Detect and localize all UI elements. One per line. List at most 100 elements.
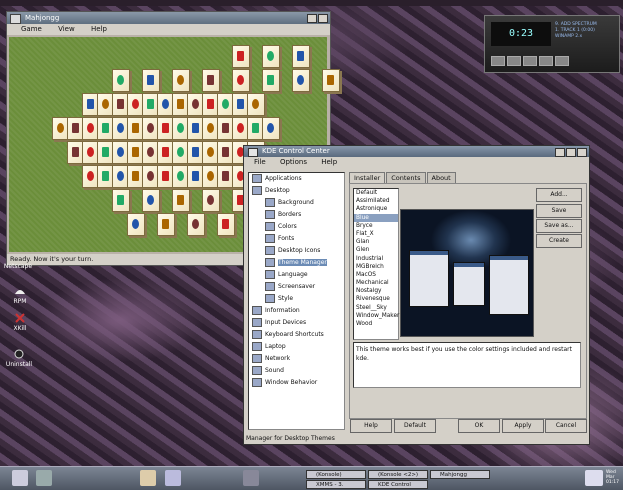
tree-item-desktop[interactable]: Desktop xyxy=(249,185,344,197)
task-mahjongg[interactable]: Mahjongg xyxy=(430,470,490,479)
menu-help[interactable]: Help xyxy=(91,25,107,33)
mahjong-tile[interactable] xyxy=(112,69,130,92)
create-button[interactable]: Create xyxy=(536,234,582,248)
tree-item-input-devices[interactable]: Input Devices xyxy=(249,317,344,329)
terminal-icon[interactable] xyxy=(36,470,52,486)
mahjong-tile[interactable] xyxy=(142,189,160,212)
mahjong-tile[interactable] xyxy=(262,69,280,92)
apply-button[interactable]: Apply xyxy=(502,419,544,433)
tab-installer[interactable]: Installer xyxy=(349,172,386,183)
stop-button[interactable] xyxy=(539,56,553,66)
close-button[interactable] xyxy=(318,14,328,23)
theme-item[interactable]: Nostalgy xyxy=(354,287,398,295)
mahjongg-titlebar[interactable]: Mahjongg xyxy=(7,12,330,24)
desktop-icon-uninstall[interactable]: Uninstall xyxy=(4,349,34,368)
tree-item-colors[interactable]: Colors xyxy=(249,221,344,233)
mahjongg-window-icon[interactable] xyxy=(10,14,21,24)
theme-item[interactable]: Mechanical xyxy=(354,279,398,287)
tree-item-desktop-icons[interactable]: Desktop Icons xyxy=(249,245,344,257)
help-button[interactable]: Help xyxy=(350,419,392,433)
menu-file[interactable]: File xyxy=(254,158,266,166)
mahjong-tile[interactable] xyxy=(217,213,235,236)
maximize-button[interactable] xyxy=(566,148,576,157)
tree-item-borders[interactable]: Borders xyxy=(249,209,344,221)
menu-game[interactable]: Game xyxy=(21,25,42,33)
tree-item-sound[interactable]: Sound xyxy=(249,365,344,377)
tree-item-background[interactable]: Background xyxy=(249,197,344,209)
mahjong-tile[interactable] xyxy=(262,45,280,68)
next-button[interactable] xyxy=(555,56,569,66)
pause-button[interactable] xyxy=(523,56,537,66)
editor-icon[interactable] xyxy=(165,470,181,486)
theme-item[interactable]: MGBreich xyxy=(354,263,398,271)
theme-item[interactable]: Astronique xyxy=(354,205,398,213)
mahjong-tile[interactable] xyxy=(322,69,340,92)
close-button[interactable] xyxy=(577,148,587,157)
theme-item[interactable]: Industrial xyxy=(354,255,398,263)
tree-item-screensaver[interactable]: Screensaver xyxy=(249,281,344,293)
theme-item[interactable]: MacOS xyxy=(354,271,398,279)
save-button[interactable]: Save xyxy=(536,204,582,218)
theme-item[interactable]: Flat_X xyxy=(354,230,398,238)
tree-item-window-behavior[interactable]: Window Behavior xyxy=(249,377,344,389)
mahjong-tile[interactable] xyxy=(127,213,145,236)
tab-about[interactable]: About xyxy=(426,172,456,183)
task-xmms[interactable]: XMMS - 3. xyxy=(306,480,366,489)
add-button[interactable]: Add... xyxy=(536,188,582,202)
tree-item-applications[interactable]: Applications xyxy=(249,173,344,185)
kcc-window-icon[interactable] xyxy=(248,148,258,157)
task-kde-control[interactable]: KDE Control xyxy=(368,480,428,489)
theme-item[interactable]: Steel__Sky xyxy=(354,304,398,312)
cancel-button[interactable]: Cancel xyxy=(545,419,587,433)
mahjong-tile[interactable] xyxy=(112,189,130,212)
minimize-button[interactable] xyxy=(555,148,565,157)
ok-button[interactable]: OK xyxy=(458,419,500,433)
minimize-button[interactable] xyxy=(307,14,317,23)
k-menu-icon[interactable] xyxy=(12,470,28,486)
tree-item-style[interactable]: Style xyxy=(249,293,344,305)
theme-list[interactable]: Default Assimilated Astronique Blue Bryce Fla… xyxy=(353,188,399,340)
theme-item[interactable]: Blue xyxy=(354,213,398,222)
tree-item-information[interactable]: Information xyxy=(249,305,344,317)
tree-item-network[interactable]: Network xyxy=(249,353,344,365)
mahjong-tile[interactable] xyxy=(172,189,190,212)
tab-contents[interactable]: Contents xyxy=(386,172,426,183)
mahjong-tile[interactable] xyxy=(292,45,310,68)
mahjong-tile[interactable] xyxy=(292,69,310,92)
kcc-titlebar[interactable]: KDE Control Center xyxy=(244,146,589,157)
theme-item[interactable]: Glan xyxy=(354,238,398,246)
save-as-button[interactable]: Save as... xyxy=(536,219,582,233)
tree-item-theme-manager[interactable]: Theme Manager xyxy=(249,257,344,269)
menu-help[interactable]: Help xyxy=(321,158,337,166)
pager-icon[interactable] xyxy=(243,470,259,486)
desktop-icon-xkill[interactable]: XKill xyxy=(5,313,35,332)
desktop-icon-netscape[interactable]: Netscape xyxy=(3,263,33,270)
tree-item-language[interactable]: Language xyxy=(249,269,344,281)
mahjong-tile[interactable] xyxy=(142,69,160,92)
theme-item[interactable]: Wood xyxy=(354,320,398,328)
mahjong-tile[interactable] xyxy=(157,213,175,236)
mahjong-tile[interactable] xyxy=(232,45,250,68)
tree-item-keyboard-shortcuts[interactable]: Keyboard Shortcuts xyxy=(249,329,344,341)
mahjong-tile[interactable] xyxy=(187,213,205,236)
tree-item-laptop[interactable]: Laptop xyxy=(249,341,344,353)
theme-item[interactable]: Bryce xyxy=(354,222,398,230)
home-icon[interactable] xyxy=(140,470,156,486)
task-konsole[interactable]: (Konsole) xyxy=(306,470,366,479)
theme-item[interactable]: Window_Maker xyxy=(354,312,399,320)
theme-item[interactable]: Assimilated xyxy=(354,197,398,205)
theme-item[interactable]: Default xyxy=(354,189,398,197)
mahjong-tile[interactable] xyxy=(247,93,265,116)
theme-item[interactable]: Glen xyxy=(354,246,398,254)
mahjong-tile[interactable] xyxy=(232,69,250,92)
desktop-icon-rpm[interactable]: RPM xyxy=(5,286,35,305)
default-button[interactable]: Default xyxy=(394,419,436,433)
theme-item[interactable]: Rivenesque xyxy=(354,295,398,303)
task-konsole-2[interactable]: (Konsole <2>) xyxy=(368,470,428,479)
mahjong-tile[interactable] xyxy=(262,117,280,140)
play-button[interactable] xyxy=(507,56,521,66)
desktop-pager-icon[interactable] xyxy=(585,470,603,486)
mahjong-tile[interactable] xyxy=(172,69,190,92)
menu-options[interactable]: Options xyxy=(280,158,307,166)
mahjong-tile[interactable] xyxy=(202,189,220,212)
